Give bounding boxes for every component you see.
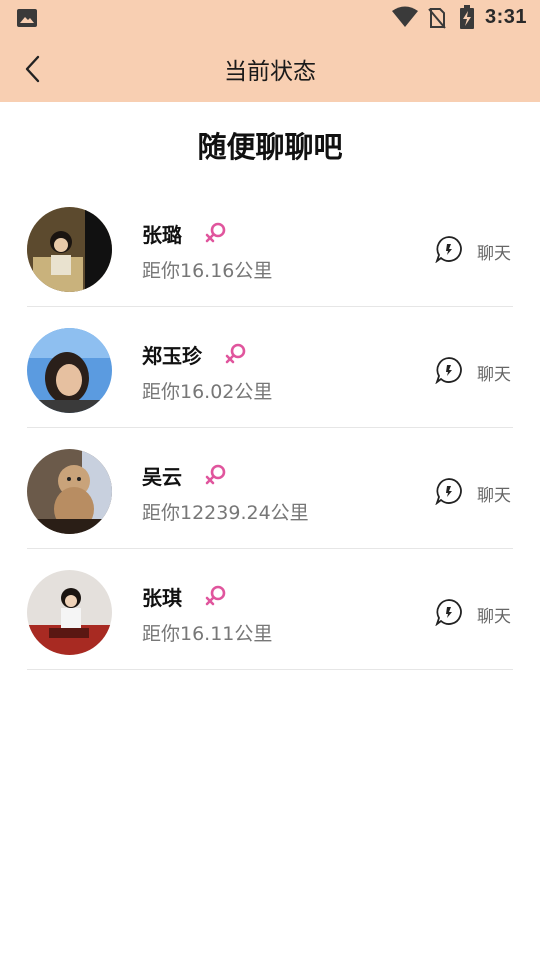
user-list-item[interactable]: 张璐 距你16.16公里 聊天 bbox=[27, 186, 513, 307]
female-icon bbox=[205, 222, 226, 243]
user-name: 张琪 bbox=[142, 586, 182, 610]
chat-bubble-icon bbox=[435, 236, 462, 263]
chat-bubble-icon bbox=[435, 357, 462, 384]
chat-button[interactable]: 聊天 bbox=[435, 356, 513, 386]
chat-label: 聊天 bbox=[477, 607, 511, 627]
header-bar: 3:31 当前状态 bbox=[0, 0, 540, 102]
female-icon bbox=[205, 585, 226, 606]
avatar[interactable] bbox=[27, 207, 112, 292]
chat-label: 聊天 bbox=[477, 244, 511, 264]
chat-bubble-icon bbox=[435, 599, 462, 626]
gallery-icon bbox=[17, 9, 37, 27]
user-name: 吴云 bbox=[142, 465, 182, 489]
avatar[interactable] bbox=[27, 449, 112, 534]
female-icon bbox=[205, 464, 226, 485]
distance-text: 距你16.02公里 bbox=[142, 381, 273, 403]
user-list: 张璐 距你16.16公里 聊天 郑玉珍 距你16.02公里 聊天 吴云 距你12… bbox=[27, 186, 513, 670]
user-list-item[interactable]: 张琪 距你16.11公里 聊天 bbox=[27, 549, 513, 670]
female-icon bbox=[225, 343, 246, 364]
chat-button[interactable]: 聊天 bbox=[435, 235, 513, 265]
battery-charging-icon bbox=[460, 5, 474, 29]
distance-text: 距你16.16公里 bbox=[142, 260, 273, 282]
page-title: 当前状态 bbox=[224, 59, 316, 85]
chat-label: 聊天 bbox=[477, 365, 511, 385]
avatar[interactable] bbox=[27, 570, 112, 655]
avatar[interactable] bbox=[27, 328, 112, 413]
chat-label: 聊天 bbox=[477, 486, 511, 506]
user-name: 郑玉珍 bbox=[142, 344, 202, 368]
title-bar: 当前状态 bbox=[0, 36, 540, 102]
chat-button[interactable]: 聊天 bbox=[435, 598, 513, 628]
clock-time: 3:31 bbox=[485, 6, 528, 28]
chat-bubble-icon bbox=[435, 478, 462, 505]
user-list-item[interactable]: 郑玉珍 距你16.02公里 聊天 bbox=[27, 307, 513, 428]
status-bar: 3:31 bbox=[0, 0, 540, 36]
chat-button[interactable]: 聊天 bbox=[435, 477, 513, 507]
wifi-icon bbox=[392, 6, 418, 27]
distance-text: 距你16.11公里 bbox=[142, 623, 273, 645]
no-sim-icon bbox=[428, 8, 446, 29]
distance-text: 距你12239.24公里 bbox=[142, 502, 309, 524]
user-list-item[interactable]: 吴云 距你12239.24公里 聊天 bbox=[27, 428, 513, 549]
user-name: 张璐 bbox=[142, 223, 182, 247]
section-heading: 随便聊聊吧 bbox=[197, 130, 343, 164]
